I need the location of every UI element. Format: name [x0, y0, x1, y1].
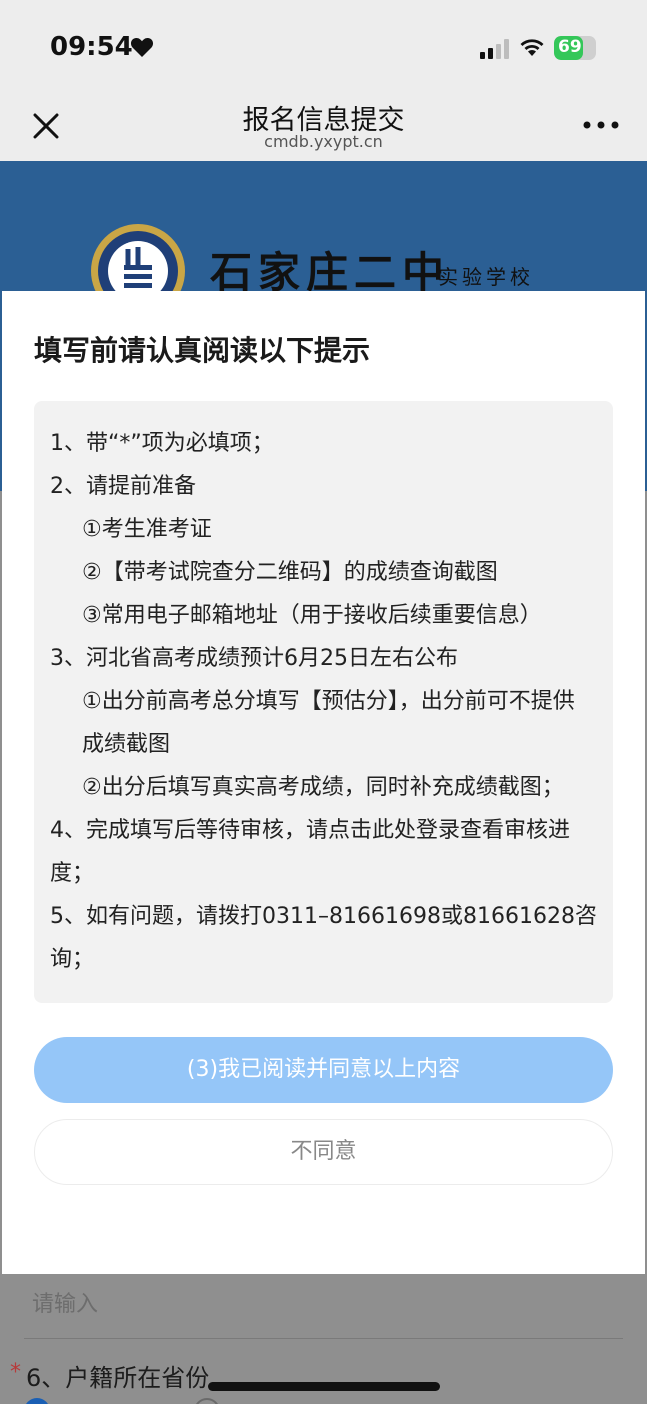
- battery-icon: 69: [554, 36, 596, 60]
- notice-line: 询；: [50, 947, 95, 972]
- disagree-button[interactable]: 不同意: [34, 1119, 613, 1185]
- notice-box: 1、带“*”项为必填项； 2、请提前准备 ①考生准考证 ②【带考试院查分二维码】…: [34, 401, 613, 1003]
- page-url: cmdb.yxypt.cn: [264, 132, 383, 151]
- required-mark: *: [10, 1360, 21, 1385]
- notice-modal: 填写前请认真阅读以下提示 1、带“*”项为必填项； 2、请提前准备 ①考生准考证…: [2, 291, 645, 1274]
- home-indicator: [208, 1382, 440, 1391]
- notice-line: ①出分前高考总分填写【预估分】，出分前可不提供: [82, 689, 575, 714]
- notice-line: 2、请提前准备: [50, 474, 196, 499]
- wifi-icon: [520, 39, 544, 56]
- notice-line: ②【带考试院查分二维码】的成绩查询截图: [82, 560, 498, 585]
- school-subtitle: 实验学校: [438, 265, 534, 289]
- more-icon[interactable]: [582, 118, 620, 132]
- nav-bar: 报名信息提交 cmdb.yxypt.cn: [0, 88, 647, 161]
- modal-title: 填写前请认真阅读以下提示: [34, 334, 371, 367]
- signal-icon: [480, 39, 509, 59]
- notice-line: 1、带“*”项为必填项；: [50, 431, 274, 456]
- text-input-placeholder[interactable]: 请输入: [32, 1286, 98, 1318]
- notice-line-phone: 5、如有问题，请拨打0311–81661698或81661628咨: [50, 904, 597, 929]
- status-bar: 09:54 69: [0, 0, 647, 88]
- notice-line: 度；: [50, 861, 95, 886]
- notice-line: 3、河北省高考成绩预计6月25日左右公布: [50, 646, 458, 671]
- notice-line: ①考生准考证: [82, 517, 212, 542]
- notice-line-login-link[interactable]: 4、完成填写后等待审核，请点击此处登录查看审核进: [50, 812, 570, 844]
- field-label-province: 6、户籍所在省份: [26, 1364, 210, 1392]
- battery-percent: 69: [558, 37, 582, 57]
- notice-line: ②出分后填写真实高考成绩，同时补充成绩截图；: [82, 775, 564, 800]
- divider: [24, 1338, 623, 1339]
- notice-line: 成绩截图: [82, 732, 171, 757]
- heart-icon: [130, 37, 154, 57]
- agree-button[interactable]: (3)我已阅读并同意以上内容: [34, 1037, 613, 1103]
- status-time: 09:54: [50, 32, 133, 62]
- notice-line: ③常用电子邮箱地址（用于接收后续重要信息）: [82, 603, 542, 628]
